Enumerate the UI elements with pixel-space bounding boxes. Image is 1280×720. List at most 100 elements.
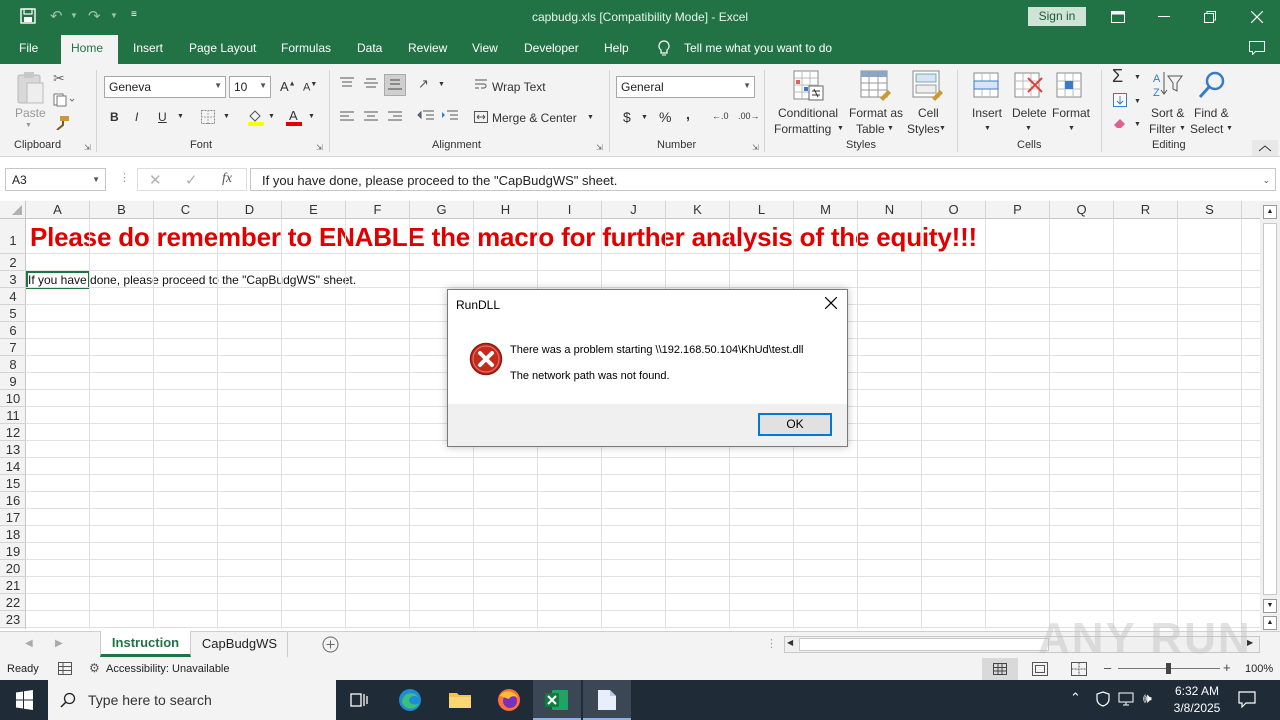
row-header-4[interactable]: 4 xyxy=(0,288,26,305)
format-dropdown-icon[interactable]: ▼ xyxy=(1068,125,1075,132)
cut-icon[interactable]: ✂ xyxy=(53,70,65,87)
row-header-13[interactable]: 13 xyxy=(0,441,26,458)
number-launcher-icon[interactable]: ⇲ xyxy=(752,143,759,152)
cell-mode-icon[interactable] xyxy=(58,662,72,675)
delete-dropdown-icon[interactable]: ▼ xyxy=(1025,125,1032,132)
align-left-icon[interactable] xyxy=(339,111,355,123)
autosum-dropdown-icon[interactable]: ▼ xyxy=(1134,74,1141,81)
task-view-icon[interactable] xyxy=(350,691,368,709)
clear-dropdown-icon[interactable]: ▼ xyxy=(1134,121,1141,128)
fill-icon[interactable] xyxy=(1113,93,1127,107)
tab-formulas[interactable]: Formulas xyxy=(281,41,331,55)
increase-indent-icon[interactable] xyxy=(441,110,459,122)
ribbon-display-options-icon[interactable] xyxy=(1095,0,1141,33)
ok-button[interactable]: OK xyxy=(758,413,832,436)
font-size-combo[interactable]: 10 ▼ xyxy=(229,76,271,98)
fill-color-icon[interactable] xyxy=(247,108,265,126)
row-header-8[interactable]: 8 xyxy=(0,356,26,373)
format-painter-icon[interactable] xyxy=(54,116,70,130)
vertical-scroll-thumb[interactable] xyxy=(1263,223,1277,595)
name-box-dropdown-icon[interactable]: ▼ xyxy=(92,175,100,184)
align-center-icon[interactable] xyxy=(363,111,379,123)
currency-dropdown-icon[interactable]: ▼ xyxy=(641,114,648,121)
row-header-12[interactable]: 12 xyxy=(0,424,26,441)
scroll-up-icon[interactable]: ▲ xyxy=(1263,205,1277,219)
autosum-icon[interactable]: Σ xyxy=(1112,66,1123,87)
sign-in-button[interactable]: Sign in xyxy=(1028,7,1086,26)
insert-function-icon[interactable]: fx xyxy=(222,171,232,187)
cell-styles-line1[interactable]: Cell xyxy=(918,106,939,120)
middle-align-icon[interactable] xyxy=(363,77,379,89)
decrease-font-size-icon[interactable]: A▼ xyxy=(303,81,317,94)
start-button[interactable] xyxy=(0,680,48,720)
tab-insert[interactable]: Insert xyxy=(133,41,163,55)
select-all-corner[interactable] xyxy=(0,201,26,219)
column-header-r[interactable]: R xyxy=(1114,201,1178,219)
find-select-line1[interactable]: Find & xyxy=(1194,106,1229,120)
sort-filter-line1[interactable]: Sort & xyxy=(1151,106,1184,120)
new-sheet-icon[interactable] xyxy=(322,636,339,653)
scroll-up-icon-2[interactable]: ▲ xyxy=(1263,616,1277,630)
percent-button[interactable]: % xyxy=(659,109,671,125)
row-header-17[interactable]: 17 xyxy=(0,509,26,526)
column-header-p[interactable]: P xyxy=(986,201,1050,219)
tab-developer[interactable]: Developer xyxy=(524,41,579,55)
format-as-table-dropdown-icon[interactable]: ▼ xyxy=(887,125,894,132)
normal-view-icon[interactable] xyxy=(982,658,1018,680)
borders-dropdown-icon[interactable]: ▼ xyxy=(223,113,230,120)
conditional-formatting-dropdown-icon[interactable]: ▼ xyxy=(837,125,844,132)
cell-styles-icon[interactable] xyxy=(912,70,944,102)
sheet-scroll-left-icon[interactable]: ◀ xyxy=(25,638,33,649)
format-as-table-line2[interactable]: Table xyxy=(856,122,885,136)
merge-dropdown-icon[interactable]: ▼ xyxy=(587,114,594,121)
column-header-a[interactable]: A xyxy=(26,201,90,219)
number-format-combo[interactable]: General ▼ xyxy=(616,76,755,98)
row-header-3[interactable]: 3 xyxy=(0,271,26,288)
row-header-14[interactable]: 14 xyxy=(0,458,26,475)
tab-split-grip-icon[interactable]: ⋮ xyxy=(766,637,777,650)
find-select-line2[interactable]: Select xyxy=(1190,122,1223,136)
minimize-button[interactable] xyxy=(1141,0,1187,33)
column-header-i[interactable]: I xyxy=(538,201,602,219)
accessibility-status[interactable]: Accessibility: Unavailable xyxy=(106,663,230,675)
volume-icon[interactable]: 🕪 xyxy=(1143,690,1152,707)
alignment-launcher-icon[interactable]: ⇲ xyxy=(596,143,603,152)
underline-dropdown-icon[interactable]: ▼ xyxy=(177,113,184,120)
copy-icon[interactable] xyxy=(53,93,75,107)
paste-button[interactable]: Paste xyxy=(15,106,46,120)
orientation-dropdown-icon[interactable]: ▼ xyxy=(438,81,445,88)
formula-input[interactable]: If you have done, please proceed to the … xyxy=(250,168,1276,191)
conditional-formatting-line2[interactable]: Formatting xyxy=(774,122,831,136)
collapse-ribbon-icon[interactable] xyxy=(1252,140,1278,156)
row-header-6[interactable]: 6 xyxy=(0,322,26,339)
format-cells-icon[interactable] xyxy=(1056,72,1084,100)
name-box[interactable]: A3 ▼ xyxy=(5,168,106,191)
row-header-16[interactable]: 16 xyxy=(0,492,26,509)
insert-cells-icon[interactable] xyxy=(973,72,1001,100)
top-align-icon[interactable] xyxy=(339,77,355,89)
vertical-scrollbar[interactable]: ▲ ▼ ▲ xyxy=(1260,201,1280,631)
tab-view[interactable]: View xyxy=(472,41,498,55)
italic-button[interactable]: I xyxy=(135,110,138,124)
paste-icon[interactable] xyxy=(15,71,45,105)
cell-styles-dropdown-icon[interactable]: ▼ xyxy=(939,125,946,132)
dialog-close-button[interactable] xyxy=(825,297,837,309)
clock-date[interactable]: 3/8/2025 xyxy=(1170,701,1224,715)
row-header-20[interactable]: 20 xyxy=(0,560,26,577)
font-name-combo[interactable]: Geneva ▼ xyxy=(104,76,226,98)
notepad-taskbar-button[interactable] xyxy=(583,680,631,720)
page-layout-view-icon[interactable] xyxy=(1032,662,1048,676)
font-color-dropdown-icon[interactable]: ▼ xyxy=(308,113,315,120)
column-header-g[interactable]: G xyxy=(410,201,474,219)
column-header-m[interactable]: M xyxy=(794,201,858,219)
tab-help[interactable]: Help xyxy=(604,41,629,55)
underline-button[interactable]: U xyxy=(158,110,167,124)
bottom-align-icon[interactable] xyxy=(384,74,406,96)
confirm-entry-icon[interactable]: ✓ xyxy=(185,171,198,189)
conditional-formatting-icon[interactable] xyxy=(793,70,825,102)
scroll-left-icon[interactable]: ◀ xyxy=(787,638,793,647)
sheet-scroll-right-icon[interactable]: ▶ xyxy=(55,638,63,649)
comma-button[interactable]: , xyxy=(686,106,690,122)
column-header-e[interactable]: E xyxy=(282,201,346,219)
close-button[interactable] xyxy=(1234,0,1280,33)
